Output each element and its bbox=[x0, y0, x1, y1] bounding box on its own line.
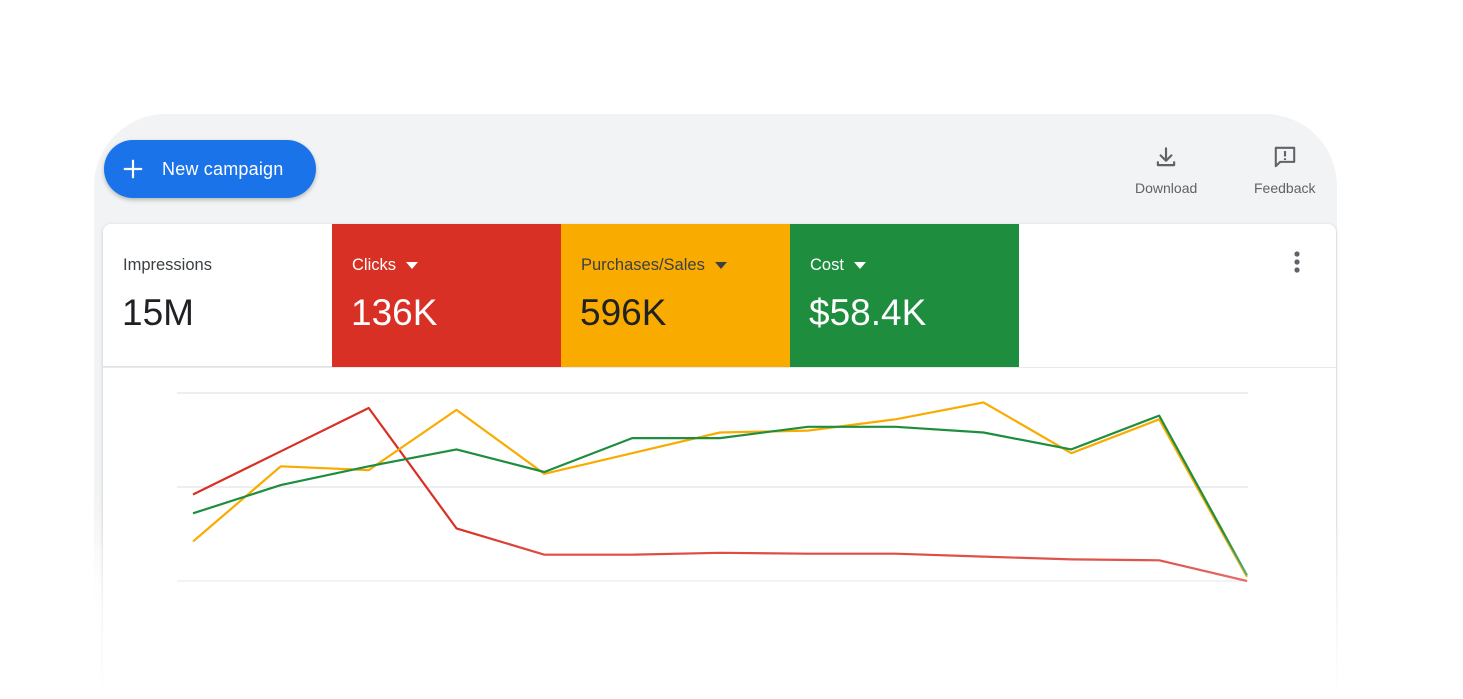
new-campaign-button[interactable]: New campaign bbox=[104, 140, 316, 198]
metric-label: Cost bbox=[810, 256, 844, 274]
metric-label: Impressions bbox=[123, 256, 212, 274]
plus-icon bbox=[123, 159, 143, 179]
arrow-drop-down-icon[interactable] bbox=[853, 261, 866, 270]
metric-label: Purchases/Sales bbox=[581, 256, 705, 274]
metric-label: Clicks bbox=[352, 256, 396, 274]
metric-clicks[interactable]: Clicks 136K bbox=[332, 224, 561, 367]
arrow-drop-down-icon[interactable] bbox=[406, 261, 418, 270]
metrics-divider bbox=[103, 367, 1336, 368]
metric-impressions[interactable]: Impressions 15M bbox=[103, 224, 332, 367]
metric-value: $58.4K bbox=[809, 292, 927, 333]
feedback-icon bbox=[1274, 146, 1295, 168]
new-campaign-label: New campaign bbox=[162, 158, 284, 179]
performance-card: Impressions 15M Clicks 136K Purchases/Sa… bbox=[103, 224, 1336, 699]
metric-value: 136K bbox=[351, 292, 438, 333]
download-button[interactable]: Download bbox=[1135, 144, 1197, 196]
download-label: Download bbox=[1135, 180, 1198, 196]
feedback-button[interactable]: Feedback bbox=[1254, 144, 1315, 196]
metric-value: 596K bbox=[580, 292, 667, 333]
feedback-label: Feedback bbox=[1254, 180, 1316, 196]
more-vert-icon[interactable] bbox=[1287, 248, 1307, 276]
arrow-drop-down-icon[interactable] bbox=[714, 261, 727, 270]
metric-cost[interactable]: Cost $58.4K bbox=[790, 224, 1019, 367]
download-icon bbox=[1156, 147, 1176, 167]
metric-value: 15M bbox=[122, 292, 194, 333]
metric-purchases-sales[interactable]: Purchases/Sales 596K bbox=[561, 224, 790, 367]
